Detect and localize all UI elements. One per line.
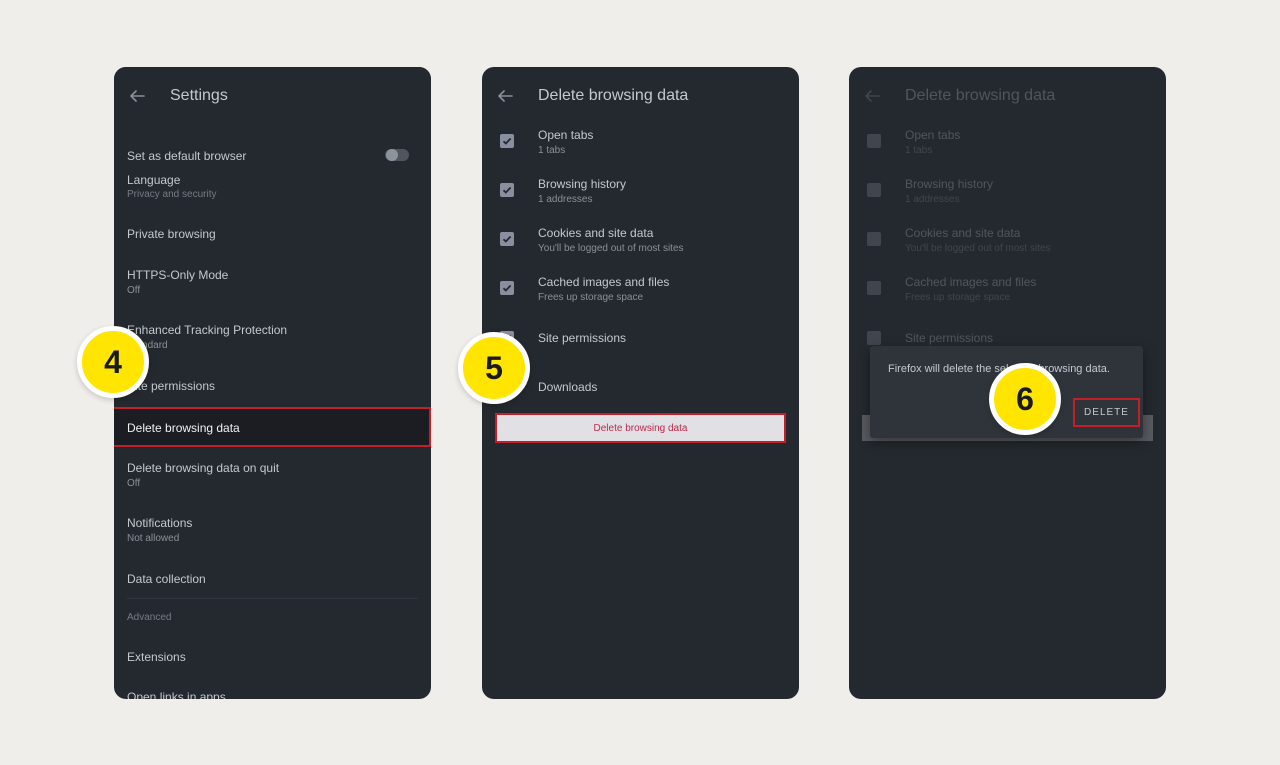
back-arrow-icon (863, 87, 881, 105)
item-label: Open links in apps (127, 690, 226, 699)
option-site-permissions: Site permissions (905, 331, 1156, 345)
option-label: Open tabs (538, 128, 594, 142)
step-badge-6: 6 (989, 363, 1061, 435)
delete-browsing-data-screen: Delete browsing data Open tabs 1 tabs Br… (482, 67, 799, 699)
checkbox-cached-images[interactable] (500, 281, 514, 295)
option-label: Downloads (538, 380, 598, 394)
item-sublabel: Not allowed (127, 533, 180, 544)
back-arrow-icon[interactable] (128, 87, 146, 105)
back-arrow-icon[interactable] (496, 87, 514, 105)
item-label: HTTPS-Only Mode (127, 268, 229, 282)
settings-item-https-only[interactable]: HTTPS-Only Mode Off (127, 268, 418, 296)
option-site-permissions[interactable]: Site permissions (538, 331, 789, 345)
dialog-delete-button[interactable]: DELETE (1073, 398, 1140, 427)
checkbox-browsing-history (867, 183, 881, 197)
checkbox-open-tabs[interactable] (500, 134, 514, 148)
item-label: Site permissions (127, 379, 216, 393)
settings-item-extensions[interactable]: Extensions (127, 650, 418, 664)
option-sublabel: 1 tabs (538, 145, 566, 156)
item-label: Delete browsing data (127, 421, 240, 435)
category-privacy: Privacy and security (127, 189, 418, 200)
option-cookies: Cookies and site data You'll be logged o… (905, 226, 1156, 254)
option-browsing-history: Browsing history 1 addresses (905, 177, 1156, 205)
option-browsing-history[interactable]: Browsing history 1 addresses (538, 177, 789, 205)
option-sublabel: Frees up storage space (538, 292, 644, 303)
delete-browsing-data-button[interactable]: Delete browsing data (495, 413, 786, 443)
item-sublabel: Off (127, 478, 141, 489)
option-sublabel: 1 tabs (905, 145, 933, 156)
option-label: Cookies and site data (538, 226, 654, 240)
language-item[interactable]: Language (127, 173, 418, 187)
checkbox-cached-images (867, 281, 881, 295)
step-badge-4: 4 (77, 326, 149, 398)
top-bar: Delete browsing data (482, 67, 799, 125)
item-label: Enhanced Tracking Protection (127, 323, 288, 337)
option-open-tabs[interactable]: Open tabs 1 tabs (538, 128, 789, 156)
default-browser-toggle[interactable] (385, 149, 409, 161)
option-open-tabs: Open tabs 1 tabs (905, 128, 1156, 156)
item-sublabel: Off (127, 285, 141, 296)
option-cached-images[interactable]: Cached images and files Frees up storage… (538, 275, 789, 303)
option-sublabel: 1 addresses (905, 194, 960, 205)
checkbox-open-tabs (867, 134, 881, 148)
option-label: Browsing history (538, 177, 627, 191)
delete-button-label: Delete browsing data (593, 422, 688, 434)
item-label: Private browsing (127, 227, 216, 241)
item-label: Delete browsing data on quit (127, 461, 280, 475)
divider (127, 598, 418, 599)
option-label: Cached images and files (905, 275, 1037, 289)
option-sublabel: You'll be logged out of most sites (905, 243, 1051, 254)
option-label: Site permissions (905, 331, 994, 345)
option-sublabel: Frees up storage space (905, 292, 1011, 303)
category-privacy-label: Privacy and security (127, 189, 217, 200)
option-cached-images: Cached images and files Frees up storage… (905, 275, 1156, 303)
option-label: Cached images and files (538, 275, 670, 289)
settings-item-site-permissions[interactable]: Site permissions (127, 379, 418, 393)
checkbox-cookies[interactable] (500, 232, 514, 246)
settings-item-tracking-protection[interactable]: Enhanced Tracking Protection Standard (127, 323, 418, 351)
option-cookies[interactable]: Cookies and site data You'll be logged o… (538, 226, 789, 254)
category-advanced: Advanced (127, 612, 418, 623)
step-number: 5 (485, 349, 503, 386)
settings-screen: Language Settings Set as default browser… (114, 67, 431, 699)
option-label: Cookies and site data (905, 226, 1021, 240)
settings-item-notifications[interactable]: Notifications Not allowed (127, 516, 418, 544)
default-browser-label: Set as default browser (127, 149, 247, 163)
page-title: Settings (170, 87, 228, 104)
item-label: Extensions (127, 650, 186, 664)
checkbox-site-permissions (867, 331, 881, 345)
item-label: Data collection (127, 572, 206, 586)
settings-item-delete-browsing-data[interactable]: Delete browsing data (114, 407, 431, 447)
settings-item-delete-on-quit[interactable]: Delete browsing data on quit Off (127, 461, 418, 489)
checkbox-browsing-history[interactable] (500, 183, 514, 197)
step-badge-5: 5 (458, 332, 530, 404)
option-sublabel: 1 addresses (538, 194, 593, 205)
category-advanced-label: Advanced (127, 612, 172, 623)
item-sublabel: Standard (127, 340, 168, 351)
page-title: Delete browsing data (538, 87, 689, 104)
top-bar: Delete browsing data (849, 67, 1166, 125)
option-sublabel: You'll be logged out of most sites (538, 243, 684, 254)
settings-item-data-collection[interactable]: Data collection (127, 572, 418, 586)
option-downloads[interactable]: Downloads (538, 380, 789, 394)
toggle-knob (386, 149, 398, 161)
page-title: Delete browsing data (905, 87, 1056, 104)
step-number: 6 (1016, 380, 1034, 417)
item-label: Notifications (127, 516, 193, 530)
default-browser-item[interactable]: Set as default browser (127, 149, 418, 163)
settings-item-open-links[interactable]: Open links in apps (127, 690, 418, 699)
checkbox-cookies (867, 232, 881, 246)
language-label: Language (127, 173, 181, 187)
option-label: Open tabs (905, 128, 961, 142)
step-number: 4 (104, 343, 122, 380)
option-label: Browsing history (905, 177, 994, 191)
option-label: Site permissions (538, 331, 627, 345)
settings-item-private-browsing[interactable]: Private browsing (127, 227, 418, 241)
dialog-delete-label: DELETE (1084, 407, 1129, 418)
top-bar: Settings (114, 67, 431, 115)
